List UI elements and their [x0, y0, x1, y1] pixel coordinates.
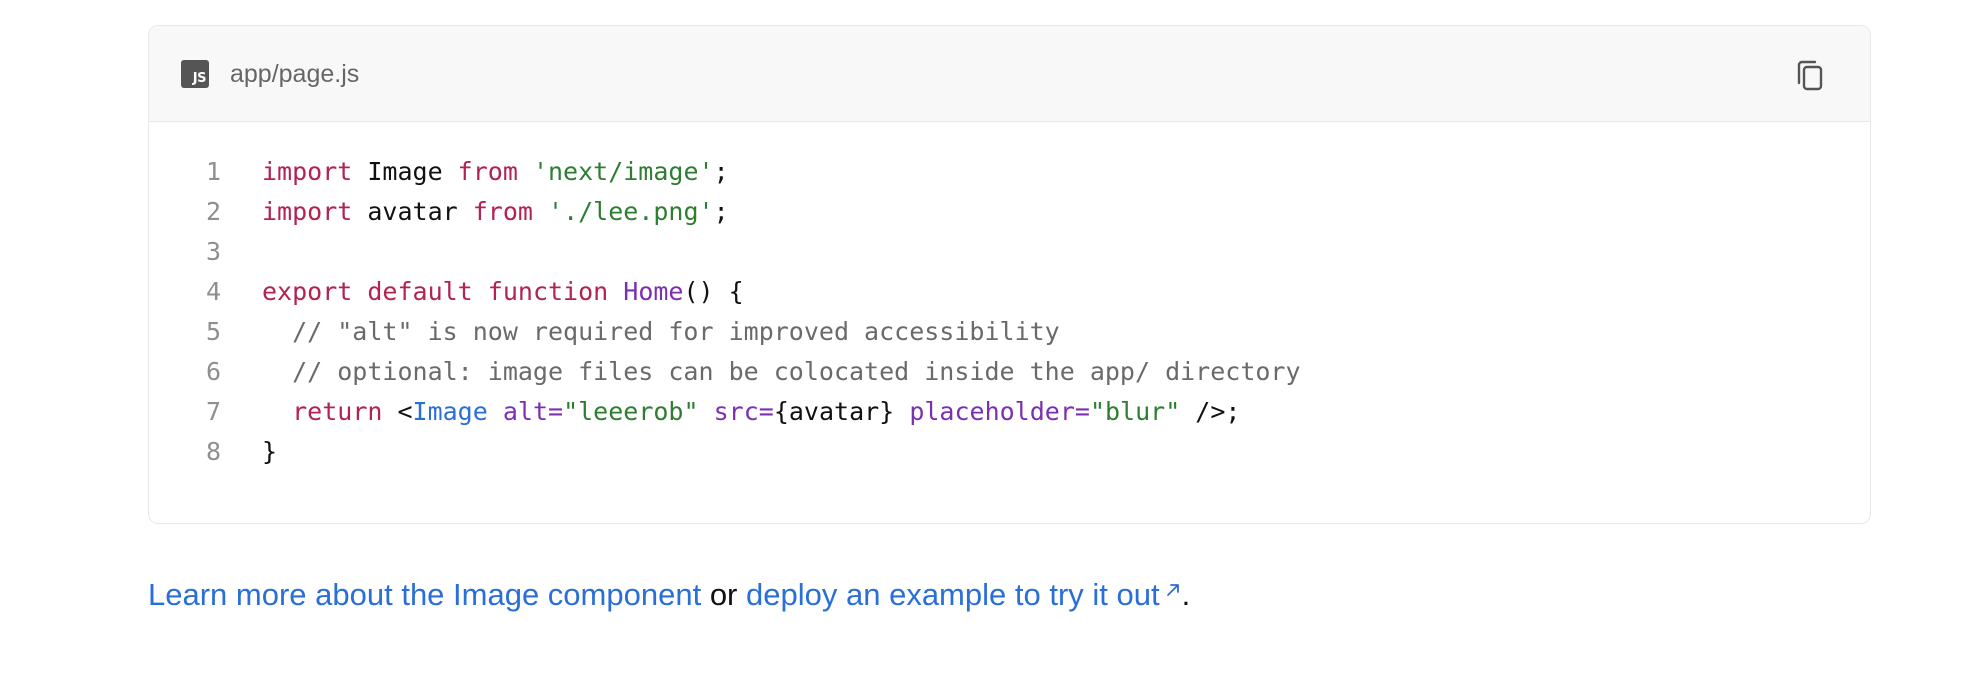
- line-number: 3: [205, 237, 221, 266]
- code-token: ;: [713, 157, 729, 186]
- external-link-icon: [1166, 584, 1179, 596]
- code-token: 'next/image': [532, 157, 714, 186]
- code-line: 6 // optional: image files can be coloca…: [149, 352, 1870, 392]
- code-token: <: [382, 397, 413, 426]
- code-token: />;: [1180, 397, 1241, 426]
- line-number: 8: [205, 437, 221, 466]
- code-token: ;: [713, 197, 729, 226]
- code-token: // optional: image files can be colocate…: [262, 357, 1301, 386]
- code-line: 2 import avatar from './lee.png';: [149, 192, 1870, 232]
- code-line: 4 export default function Home() {: [149, 272, 1870, 312]
- footer-period: .: [1181, 577, 1191, 612]
- code-token: () {: [683, 277, 744, 306]
- line-number: 2: [205, 197, 221, 226]
- line-number: 7: [205, 397, 221, 426]
- code-token: "blur": [1089, 397, 1181, 426]
- code-token: placeholder=: [909, 397, 1090, 426]
- language-badge-label: JS: [192, 71, 207, 86]
- deploy-example-link[interactable]: deploy an example to try it out: [746, 577, 1182, 612]
- line-code: // "alt" is now required for improved ac…: [262, 312, 1060, 352]
- code-token: }: [262, 437, 278, 466]
- code-token: avatar: [352, 197, 473, 226]
- code-token: Image: [352, 157, 458, 186]
- line-number: 5: [205, 317, 221, 346]
- code-token: from: [472, 197, 533, 226]
- line-code: import avatar from './lee.png';: [262, 192, 729, 232]
- code-line: 3: [149, 232, 1870, 272]
- code-block: JS app/page.js 1 import Image from 'next/…: [148, 25, 1871, 524]
- code-line: 5 // "alt" is now required for improved …: [149, 312, 1870, 352]
- code-token: Home: [623, 277, 684, 306]
- code-token: from: [457, 157, 518, 186]
- code-token: {avatar}: [773, 397, 895, 426]
- code-token: './lee.png': [548, 197, 714, 226]
- line-code: import Image from 'next/image';: [262, 152, 729, 192]
- code-line: 8}: [149, 432, 1870, 472]
- code-line: 1 import Image from 'next/image';: [149, 152, 1870, 192]
- code-line: 7 return <Image alt="leeerob" src={avata…: [149, 392, 1870, 432]
- copy-code-button[interactable]: [1790, 55, 1830, 95]
- code-content[interactable]: 1 import Image from 'next/image'; 2 import …: [149, 122, 1870, 523]
- footer-paragraph: Learn more about the Image component or …: [148, 575, 1190, 615]
- code-block-header: JS app/page.js: [149, 26, 1870, 122]
- copy-icon: [1797, 60, 1823, 91]
- line-code: }: [262, 432, 277, 472]
- code-token: alt=: [502, 397, 564, 426]
- learn-more-image-link[interactable]: Learn more about the Image component: [148, 577, 701, 612]
- code-token: function: [487, 277, 609, 306]
- footer-connector: or: [709, 577, 738, 612]
- line-number: 6: [205, 357, 221, 386]
- deploy-example-link-label: deploy an example to try it out: [746, 577, 1160, 612]
- code-token: src=: [713, 397, 774, 426]
- code-token: import: [262, 157, 353, 186]
- code-token: return: [292, 397, 383, 426]
- code-token: export: [262, 277, 353, 306]
- line-code: // optional: image files can be colocate…: [262, 352, 1301, 392]
- line-code: export default function Home() {: [262, 272, 744, 312]
- javascript-file-icon: JS: [181, 60, 209, 88]
- line-code: return <Image alt="leeerob" src={avatar}…: [262, 392, 1240, 432]
- code-token: import: [262, 197, 353, 226]
- code-token: default: [367, 277, 473, 306]
- code-filename: app/page.js: [230, 60, 360, 88]
- code-token: // "alt" is now required for improved ac…: [262, 317, 1060, 346]
- code-token: "leeerob": [563, 397, 699, 426]
- line-number: 1: [205, 157, 221, 186]
- line-number: 4: [205, 277, 221, 306]
- code-token: Image: [412, 397, 488, 426]
